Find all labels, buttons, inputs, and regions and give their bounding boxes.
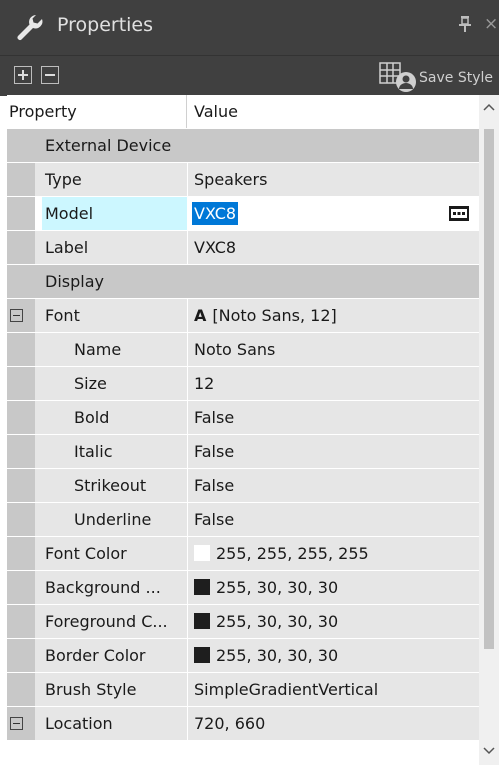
property-name: Foreground C... xyxy=(45,612,168,631)
property-row-font-strikeout[interactable]: Strikeout False xyxy=(7,469,479,503)
property-name: Bold xyxy=(74,408,110,427)
property-row-label[interactable]: Label VXC8 xyxy=(7,231,479,265)
ellipsis-button-icon[interactable] xyxy=(449,206,469,221)
close-icon[interactable]: × xyxy=(484,14,498,34)
property-name: Name xyxy=(74,340,122,359)
property-row-font-size[interactable]: Size 12 xyxy=(7,367,479,401)
collapse-toggle-icon[interactable] xyxy=(10,717,23,730)
save-style-label: Save Style xyxy=(419,70,493,86)
save-style-icon xyxy=(379,62,416,92)
grid-header: Property Value xyxy=(7,95,479,129)
property-row-font-underline[interactable]: Underline False xyxy=(7,503,479,537)
property-value[interactable]: False xyxy=(194,503,234,536)
property-value[interactable]: VXC8 xyxy=(194,231,236,264)
color-swatch xyxy=(194,545,210,561)
model-value-input[interactable]: VXC8 xyxy=(192,202,239,225)
property-name: Strikeout xyxy=(74,476,147,495)
property-row-brush-style[interactable]: Brush Style SimpleGradientVertical xyxy=(7,673,479,707)
property-value[interactable]: 12 xyxy=(194,367,214,400)
property-row-model[interactable]: Model VXC8 xyxy=(7,197,479,231)
column-header-value[interactable]: Value xyxy=(188,95,479,128)
property-row-font[interactable]: Font A [Noto Sans, 12] xyxy=(7,299,479,333)
property-value[interactable]: 255, 255, 255, 255 xyxy=(216,544,369,563)
expand-all-button[interactable] xyxy=(14,66,32,84)
properties-titlebar: Properties × xyxy=(0,0,499,55)
property-row-background-color[interactable]: Background ... 255, 30, 30, 30 xyxy=(7,571,479,605)
font-glyph-icon: A xyxy=(194,306,207,325)
property-value[interactable]: Noto Sans xyxy=(194,333,275,366)
property-value[interactable]: [Noto Sans, 12] xyxy=(212,306,336,325)
property-value[interactable]: 255, 30, 30, 30 xyxy=(216,612,338,631)
property-row-font-name[interactable]: Name Noto Sans xyxy=(7,333,479,367)
property-name: Font Color xyxy=(45,544,127,563)
property-value[interactable]: False xyxy=(194,435,234,468)
property-name: Type xyxy=(45,170,82,189)
property-row-font-color[interactable]: Font Color 255, 255, 255, 255 xyxy=(7,537,479,571)
property-row-foreground-color[interactable]: Foreground C... 255, 30, 30, 30 xyxy=(7,605,479,639)
property-name: Background ... xyxy=(45,578,161,597)
property-name: Border Color xyxy=(45,646,146,665)
property-row-type[interactable]: Type Speakers xyxy=(7,163,479,197)
property-value[interactable]: Speakers xyxy=(194,163,267,196)
property-name: Size xyxy=(74,374,107,393)
property-name: Brush Style xyxy=(45,680,137,699)
color-swatch xyxy=(194,647,210,663)
property-name: Model xyxy=(45,204,94,223)
property-name: Italic xyxy=(74,442,113,461)
vertical-scrollbar[interactable] xyxy=(479,95,499,765)
category-external-device[interactable]: External Device xyxy=(7,129,479,163)
category-display[interactable]: Display xyxy=(7,265,479,299)
collapse-all-button[interactable] xyxy=(41,66,59,84)
property-value[interactable]: 720, 660 xyxy=(194,707,265,740)
wrench-icon xyxy=(17,15,43,40)
property-value[interactable]: 255, 30, 30, 30 xyxy=(216,646,338,665)
property-grid: Property Value External Device Type Spea… xyxy=(7,95,479,765)
collapse-toggle-icon[interactable] xyxy=(10,309,23,322)
property-row-border-color[interactable]: Border Color 255, 30, 30, 30 xyxy=(7,639,479,673)
column-header-property[interactable]: Property xyxy=(7,95,187,128)
category-label: External Device xyxy=(45,136,172,155)
properties-toolbar: Save Style xyxy=(0,55,499,96)
property-row-location[interactable]: Location 720, 660 xyxy=(7,707,479,741)
category-label: Display xyxy=(45,272,104,291)
window-title: Properties xyxy=(57,14,154,36)
property-row-font-italic[interactable]: Italic False xyxy=(7,435,479,469)
scroll-up-icon[interactable] xyxy=(482,101,496,115)
property-name: Label xyxy=(45,238,89,257)
property-row-font-bold[interactable]: Bold False xyxy=(7,401,479,435)
property-value[interactable]: SimpleGradientVertical xyxy=(194,673,378,706)
property-value[interactable]: False xyxy=(194,401,234,434)
scrollbar-thumb[interactable] xyxy=(484,129,494,649)
color-swatch xyxy=(194,613,210,629)
property-name: Underline xyxy=(74,510,152,529)
scroll-down-icon[interactable] xyxy=(482,743,496,757)
property-name: Location xyxy=(45,714,113,733)
pin-icon[interactable] xyxy=(458,14,472,34)
property-value[interactable]: False xyxy=(194,469,234,502)
property-name: Font xyxy=(45,306,80,325)
color-swatch xyxy=(194,579,210,595)
property-value[interactable]: 255, 30, 30, 30 xyxy=(216,578,338,597)
